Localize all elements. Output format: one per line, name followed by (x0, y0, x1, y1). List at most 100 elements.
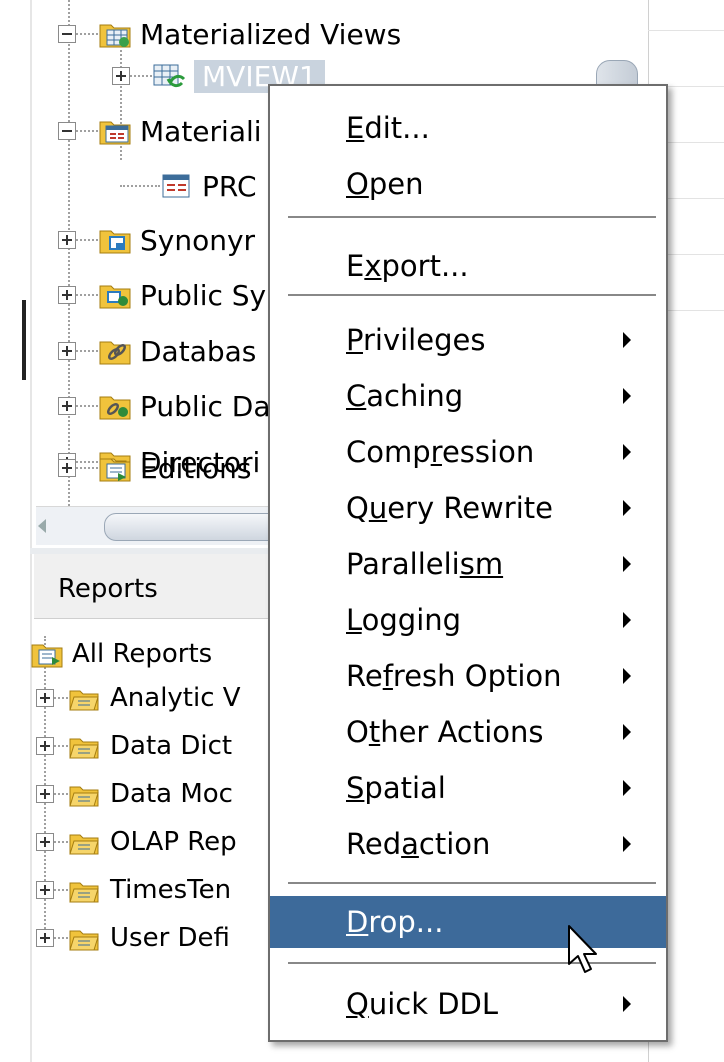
materialized-views-folder-icon (98, 19, 132, 49)
tree-node-label: Editions (140, 451, 252, 485)
submenu-arrow-icon (623, 388, 631, 404)
all-reports-icon (30, 639, 64, 669)
menu-item-compression[interactable]: Compression (270, 426, 666, 478)
expand-icon[interactable] (36, 881, 54, 899)
tree-node-public-database-links[interactable]: Public Da (58, 378, 270, 434)
materialized-view-logs-folder-icon (98, 116, 132, 146)
expand-icon[interactable] (58, 231, 76, 249)
tree-node-label: All Reports (72, 639, 213, 669)
tree-node-label: Databas (140, 334, 257, 368)
context-menu: Edit... Open Export... Privileges Cachin… (268, 84, 668, 1042)
tree-node-label: Data Dict (110, 731, 233, 761)
menu-item-label: Open (346, 167, 424, 201)
window-edge (22, 300, 26, 380)
expand-icon[interactable] (58, 286, 76, 304)
menu-item-parallelism[interactable]: Parallelism (270, 538, 666, 590)
menu-item-caching[interactable]: Caching (270, 370, 666, 422)
submenu-arrow-icon (623, 556, 631, 572)
tree-node-label: Materiali (140, 114, 262, 148)
synonyms-folder-icon (98, 225, 132, 255)
menu-item-drop[interactable]: Drop... (270, 896, 666, 948)
menu-item-other-actions[interactable]: Other Actions (270, 706, 666, 758)
menu-item-edit[interactable]: Edit... (270, 102, 666, 154)
submenu-arrow-icon (623, 500, 631, 516)
menu-item-logging[interactable]: Logging (270, 594, 666, 646)
menu-separator (288, 216, 656, 218)
tree-node-label: Data Moc (110, 779, 233, 809)
submenu-arrow-icon (623, 612, 631, 628)
expand-icon[interactable] (58, 342, 76, 360)
tree-node-label: Materialized Views (140, 17, 402, 51)
tree-node-label: Synonyr (140, 223, 256, 257)
public-database-links-folder-icon (98, 391, 132, 421)
tree-node-label: Analytic V (110, 683, 241, 713)
expand-icon[interactable] (36, 833, 54, 851)
report-folder-icon (68, 875, 102, 905)
expand-icon[interactable] (112, 67, 130, 85)
menu-separator (288, 294, 656, 296)
tree-node-label: OLAP Rep (110, 827, 237, 857)
tree-node-public-synonyms[interactable]: Public Sy (58, 267, 266, 323)
horizontal-scrollbar[interactable] (36, 506, 281, 545)
submenu-arrow-icon (623, 780, 631, 796)
scroll-left-icon[interactable] (38, 519, 46, 533)
database-links-folder-icon (98, 336, 132, 366)
report-folder-icon (68, 827, 102, 857)
reports-panel-title: Reports (58, 574, 158, 604)
tree-node-materialized-view-logs[interactable]: Materiali (58, 103, 262, 159)
submenu-arrow-icon (623, 724, 631, 740)
tree-node-label: PRC (202, 169, 257, 203)
menu-item-label: Other Actions (346, 715, 544, 749)
menu-item-label: Redaction (346, 827, 491, 861)
menu-item-label: Spatial (346, 771, 446, 805)
tree-node-synonyms[interactable]: Synonyr (58, 212, 255, 268)
submenu-arrow-icon (623, 668, 631, 684)
expand-icon[interactable] (36, 929, 54, 947)
expand-icon[interactable] (36, 689, 54, 707)
menu-item-label: Drop... (346, 905, 444, 939)
menu-item-redaction[interactable]: Redaction (270, 818, 666, 870)
expand-icon[interactable] (58, 397, 76, 415)
materialized-view-icon (152, 61, 186, 91)
submenu-arrow-icon (623, 332, 631, 348)
menu-item-refresh-option[interactable]: Refresh Option (270, 650, 666, 702)
editions-folder-icon (98, 453, 132, 483)
menu-item-label: Export... (346, 249, 469, 283)
expand-icon[interactable] (36, 737, 54, 755)
tree-node-label: TimesTen (110, 875, 232, 905)
expand-icon[interactable] (58, 459, 76, 477)
mouse-pointer-icon (568, 925, 597, 973)
tree-node-editions-row[interactable]: Editions (58, 440, 251, 496)
submenu-arrow-icon (623, 996, 631, 1012)
tree-node-pro[interactable]: PRC (120, 158, 257, 214)
menu-item-quick-ddl[interactable]: Quick DDL (270, 978, 666, 1030)
menu-item-label: Quick DDL (346, 987, 499, 1021)
public-synonyms-folder-icon (98, 280, 132, 310)
menu-item-label: Compression (346, 435, 535, 469)
scrollbar-thumb[interactable] (104, 513, 281, 541)
menu-item-label: Refresh Option (346, 659, 562, 693)
expand-icon[interactable] (36, 785, 54, 803)
menu-item-privileges[interactable]: Privileges (270, 314, 666, 366)
report-folder-icon (68, 683, 102, 713)
submenu-arrow-icon (623, 444, 631, 460)
materialized-view-log-icon (160, 171, 194, 201)
menu-item-label: Logging (346, 603, 462, 637)
collapse-icon[interactable] (58, 122, 76, 140)
menu-item-open[interactable]: Open (270, 158, 666, 210)
report-folder-icon (68, 779, 102, 809)
menu-item-label: Parallelism (346, 547, 504, 581)
tree-node-database-links[interactable]: Databas (58, 323, 256, 379)
report-item[interactable]: User Defi (36, 910, 230, 966)
tree-node-label: User Defi (110, 923, 230, 953)
panel-border (30, 0, 32, 1062)
menu-item-label: Caching (346, 379, 464, 413)
menu-item-spatial[interactable]: Spatial (270, 762, 666, 814)
report-folder-icon (68, 923, 102, 953)
collapse-icon[interactable] (58, 25, 76, 43)
tree-node-label: Public Sy (140, 278, 267, 312)
menu-item-export[interactable]: Export... (270, 240, 666, 292)
menu-item-label: Query Rewrite (346, 491, 553, 525)
menu-item-query-rewrite[interactable]: Query Rewrite (270, 482, 666, 534)
menu-item-label: Edit... (346, 111, 430, 145)
